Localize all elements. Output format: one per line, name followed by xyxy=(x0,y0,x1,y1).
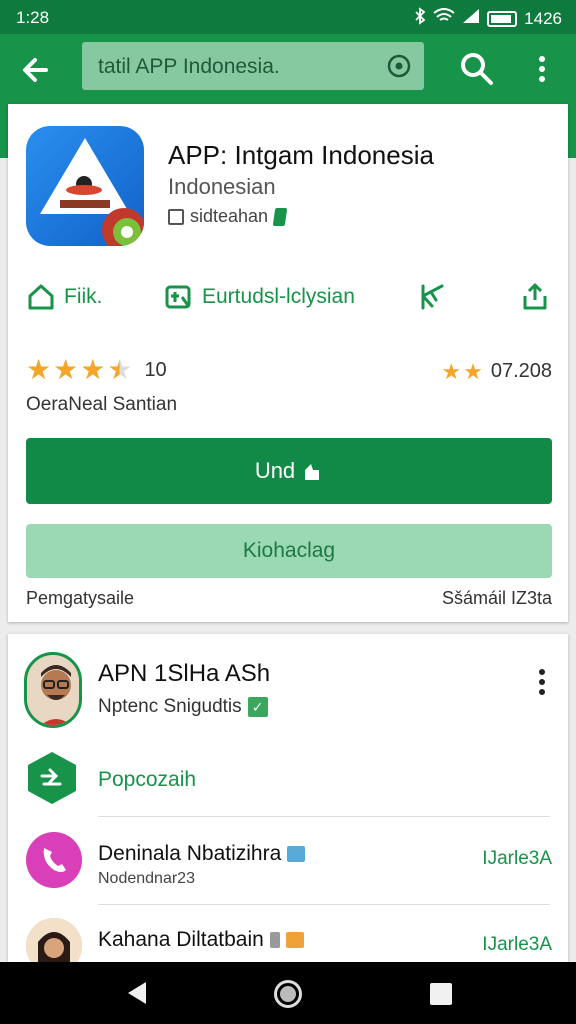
search-button[interactable] xyxy=(458,50,496,88)
app-title: APP: Intgam Indonesia xyxy=(168,140,434,170)
overflow-menu-button[interactable] xyxy=(528,50,556,88)
badge-icon xyxy=(269,932,280,948)
action-home-label: Fiik. xyxy=(64,285,103,308)
developer-icon xyxy=(168,208,184,225)
list-item-subtitle: Nodendnar23 xyxy=(98,870,195,887)
star-icon: ★ xyxy=(53,354,79,385)
rating-right: ★ ★ 07.208 xyxy=(441,360,552,383)
more-vert-icon xyxy=(539,56,545,82)
search-icon xyxy=(461,53,493,85)
check-icon: ✓ xyxy=(247,697,268,717)
more-vert-icon xyxy=(539,669,545,695)
status-bar: 1:28 1426 xyxy=(0,0,576,34)
search-text: tatil APP Indonesia. xyxy=(98,55,280,78)
rating-label: OeraNeal Santian xyxy=(26,394,178,415)
list-item-title[interactable]: Kahana Diltatbain xyxy=(98,928,304,952)
app-subtitle: Indonesian xyxy=(168,174,276,199)
footer-right: Sšámáil IZ3ta xyxy=(441,588,552,608)
footer-left: Pemgatysaile xyxy=(26,588,135,608)
row-title-text: Kahana Diltatbain xyxy=(98,928,264,951)
back-button[interactable] xyxy=(16,50,56,90)
rating-stars: ★ ★ ★ ★ 10 xyxy=(26,356,167,384)
signal-icon xyxy=(462,8,480,29)
install-button[interactable]: Und xyxy=(26,438,552,504)
rating-right-value: 07.208 xyxy=(490,360,552,382)
system-nav-bar xyxy=(0,962,576,1024)
cart-icon xyxy=(305,464,320,480)
app-developer[interactable]: sidteahan xyxy=(168,206,288,227)
section-label[interactable]: Popcozaih xyxy=(98,768,196,792)
badge-icon xyxy=(285,932,304,948)
search-field[interactable]: tatil APP Indonesia. xyxy=(82,42,424,90)
star-icon: ★ xyxy=(463,358,483,384)
row-icon-phone xyxy=(26,832,82,888)
action-home[interactable]: Fiik. xyxy=(26,282,103,312)
share-icon xyxy=(523,283,547,310)
rating-count: 10 xyxy=(144,358,167,381)
star-icon: ★ xyxy=(80,354,106,385)
nav-home-button[interactable] xyxy=(274,980,302,1008)
action-flag[interactable] xyxy=(418,282,448,312)
developer-title: APN 1SlHa ASh xyxy=(98,660,271,687)
developer-status-text: Nptenc Snigudtis xyxy=(98,696,242,717)
row-title-text: Deninala Nbatizihra xyxy=(98,842,282,865)
star-icon: ★ xyxy=(441,358,462,384)
translate-icon xyxy=(165,285,191,309)
developer-name: sidteahan xyxy=(190,206,269,226)
action-translate[interactable]: Eurtudsl-lclysian xyxy=(164,282,355,312)
bluetooth-icon xyxy=(414,7,426,30)
list-item-action[interactable]: IJarle3A xyxy=(482,848,552,870)
home-icon xyxy=(28,284,54,310)
battery-text: 1426 xyxy=(524,8,562,28)
status-time: 1:28 xyxy=(16,8,50,27)
action-share[interactable] xyxy=(520,282,550,312)
target-icon[interactable] xyxy=(386,53,412,79)
badge-icon xyxy=(287,846,306,862)
list-item-title[interactable]: Deninala Nbatizihra xyxy=(98,842,306,866)
divider xyxy=(98,904,550,905)
triangle-back-icon xyxy=(128,982,146,1004)
developer-card: APN 1SlHa ASh Nptenc Snigudtis ✓ Popcoza… xyxy=(8,634,568,974)
app-icon[interactable] xyxy=(26,126,144,246)
hexagon-icon xyxy=(26,750,78,806)
divider xyxy=(98,816,550,817)
wifi-icon xyxy=(433,8,455,29)
battery-icon xyxy=(487,10,518,27)
developer-menu-button[interactable] xyxy=(530,664,554,700)
list-item-action[interactable]: IJarle3A xyxy=(482,934,552,956)
arrow-left-icon xyxy=(23,58,48,82)
developer-avatar[interactable] xyxy=(24,652,82,728)
nav-recents-button[interactable] xyxy=(430,983,452,1005)
flag-icon xyxy=(421,284,444,310)
app-bar: tatil APP Indonesia. xyxy=(0,34,576,104)
secondary-button-label: Kiohaclag xyxy=(242,539,336,562)
install-button-label: Und xyxy=(254,458,296,483)
developer-status: Nptenc Snigudtis ✓ xyxy=(98,696,268,718)
half-star-icon: ★ xyxy=(107,354,133,385)
star-icon: ★ xyxy=(26,354,52,385)
status-icons: 1426 xyxy=(414,7,562,30)
app-detail-card: APP: Intgam Indonesia Indonesian sidteah… xyxy=(8,104,568,622)
nav-back-button[interactable] xyxy=(124,980,150,1006)
action-translate-label: Eurtudsl-lclysian xyxy=(202,285,355,308)
badge-icon xyxy=(272,207,288,226)
secondary-button[interactable]: Kiohaclag xyxy=(26,524,552,578)
